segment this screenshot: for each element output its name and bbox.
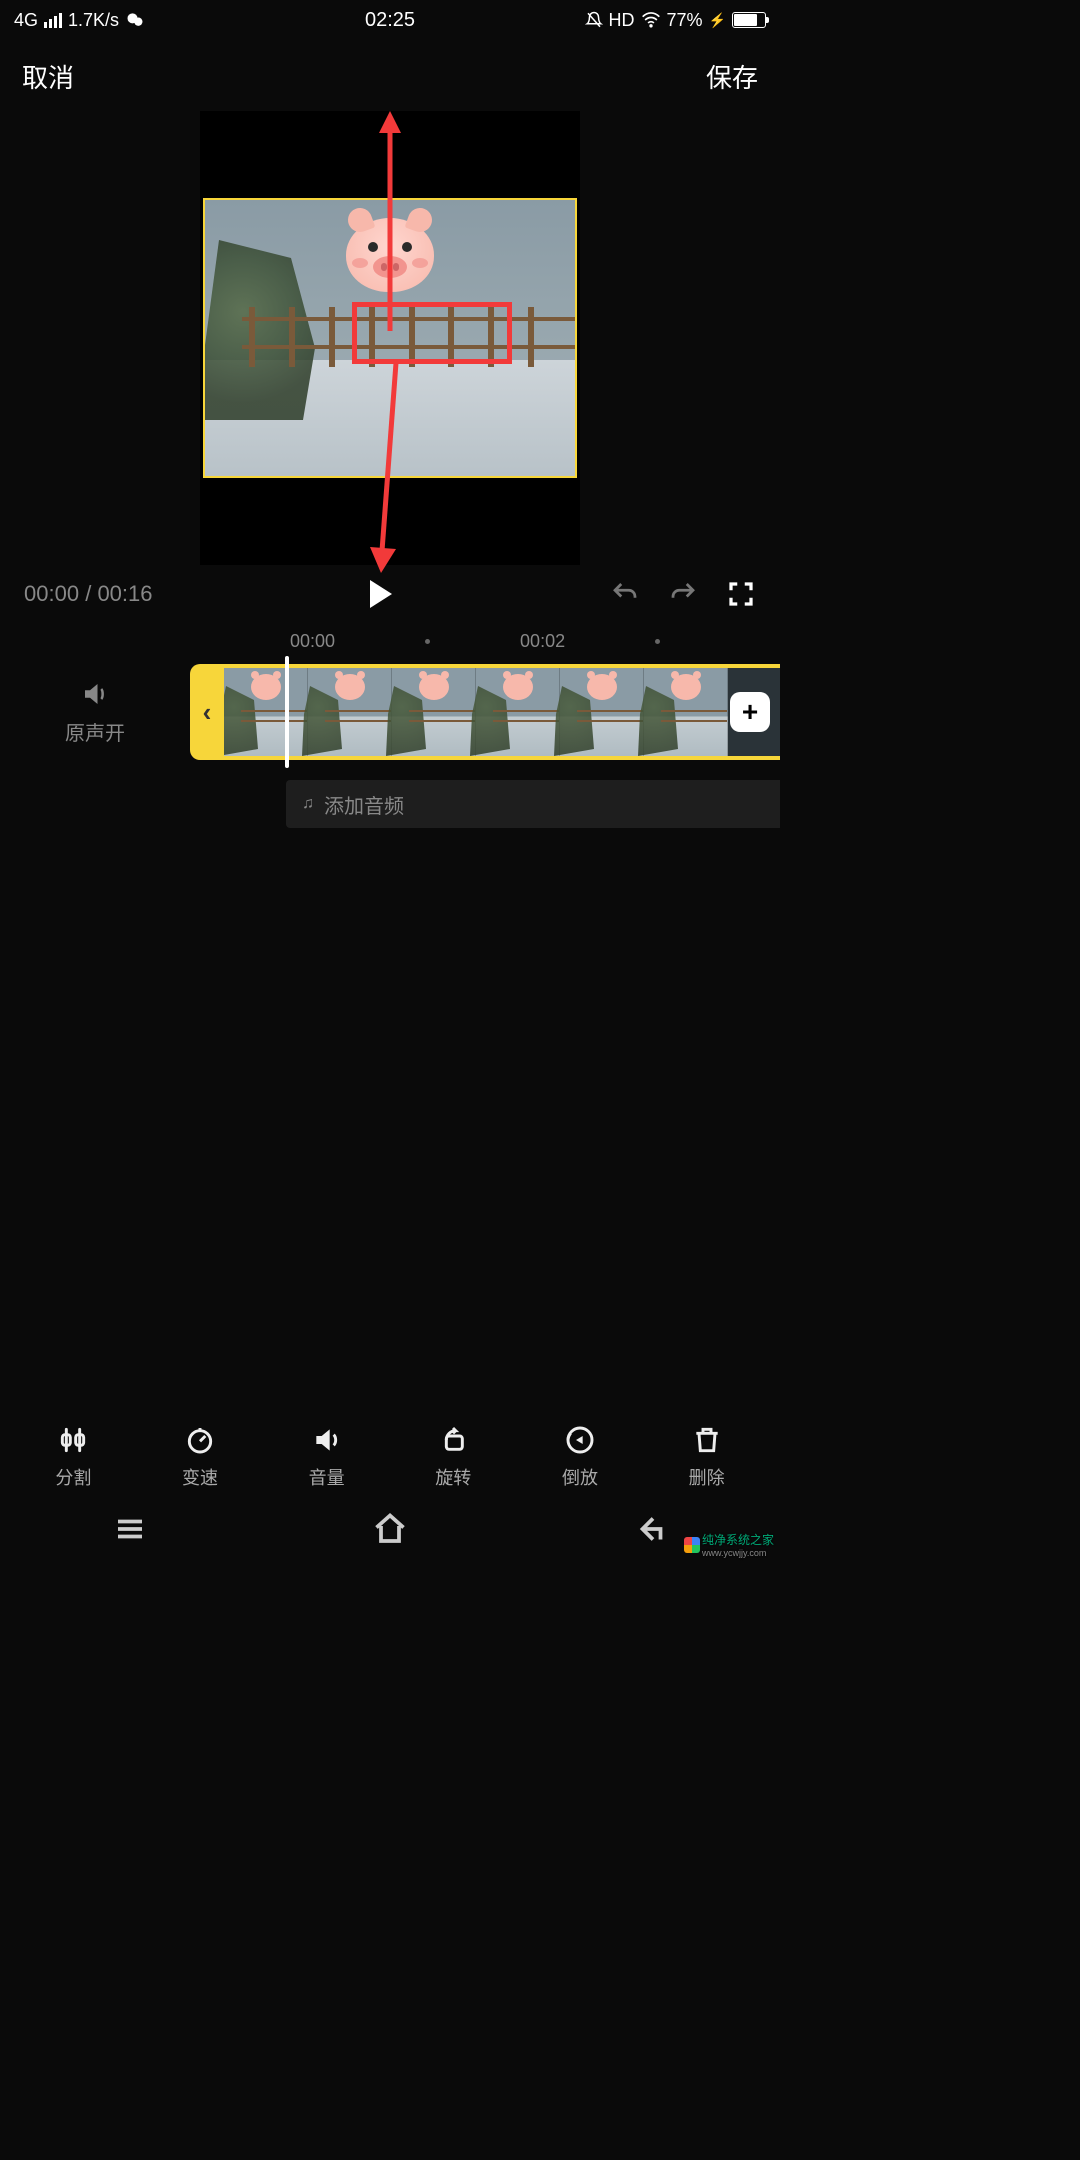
time-ruler: 00:00 00:02: [0, 619, 780, 660]
battery-pct: 77%: [667, 10, 703, 31]
edit-toolbar: 分割 变速 音量 旋转 倒放 删除: [0, 1424, 780, 1490]
wechat-icon: [125, 10, 145, 30]
ruler-dot: [425, 639, 430, 644]
time-total: 00:16: [97, 581, 152, 606]
speed-button[interactable]: 变速: [182, 1424, 218, 1490]
watermark: 纯净系统之家 www.ycwjjy.com: [684, 1531, 774, 1558]
music-note-icon: ♫: [302, 795, 314, 813]
ruler-tick-2: 00:02: [520, 631, 565, 652]
cancel-button[interactable]: 取消: [22, 58, 74, 95]
status-bar: 4G 1.7K/s 02:25 HD 77% ⚡: [0, 0, 780, 40]
time-current: 00:00: [24, 581, 79, 606]
clock: 02:25: [365, 9, 415, 32]
delete-button[interactable]: 删除: [689, 1424, 725, 1490]
time-display: 00:00 / 00:16: [24, 581, 153, 607]
add-audio-button[interactable]: ♫ 添加音频: [286, 780, 780, 828]
fullscreen-button[interactable]: [726, 579, 756, 609]
redo-button[interactable]: [668, 579, 698, 609]
ruler-tick-1: 00:00: [290, 631, 335, 652]
play-button[interactable]: [370, 580, 392, 608]
watermark-logo-icon: [684, 1537, 700, 1553]
split-button[interactable]: 分割: [55, 1424, 91, 1490]
home-button[interactable]: [372, 1511, 408, 1547]
signal-icon: [44, 13, 62, 28]
volume-button[interactable]: 音量: [309, 1424, 345, 1490]
reverse-button[interactable]: 倒放: [562, 1424, 598, 1490]
hd-label: HD: [609, 10, 635, 31]
system-nav-bar: [0, 1498, 780, 1560]
clip-left-handle[interactable]: ‹: [190, 664, 224, 760]
editor-top-bar: 取消 保存: [0, 40, 780, 105]
charging-icon: ⚡: [709, 12, 726, 29]
video-preview[interactable]: [0, 111, 780, 565]
rotate-button[interactable]: 旋转: [435, 1424, 471, 1490]
recent-apps-button[interactable]: [112, 1511, 148, 1547]
sound-label: 原声开: [65, 717, 125, 746]
network-speed: 1.7K/s: [68, 10, 119, 31]
pig-sticker: [346, 218, 434, 292]
network-type: 4G: [14, 10, 38, 31]
playhead[interactable]: [285, 656, 289, 768]
add-clip-button[interactable]: +: [730, 692, 770, 732]
playback-bar: 00:00 / 00:16: [0, 569, 780, 619]
battery-icon: [732, 12, 766, 28]
timeline[interactable]: 原声开 ‹ 16.9s +: [0, 664, 780, 760]
save-button[interactable]: 保存: [706, 58, 758, 95]
annotation-rect: [352, 302, 512, 364]
video-clip[interactable]: 16.9s +: [224, 664, 780, 760]
back-button[interactable]: [632, 1511, 668, 1547]
dnd-icon: [585, 11, 603, 29]
ruler-dot: [655, 639, 660, 644]
time-sep: /: [85, 581, 91, 606]
wifi-icon: [641, 10, 661, 30]
original-sound-toggle[interactable]: 原声开: [0, 679, 190, 746]
add-audio-label: 添加音频: [324, 790, 404, 819]
undo-button[interactable]: [610, 579, 640, 609]
